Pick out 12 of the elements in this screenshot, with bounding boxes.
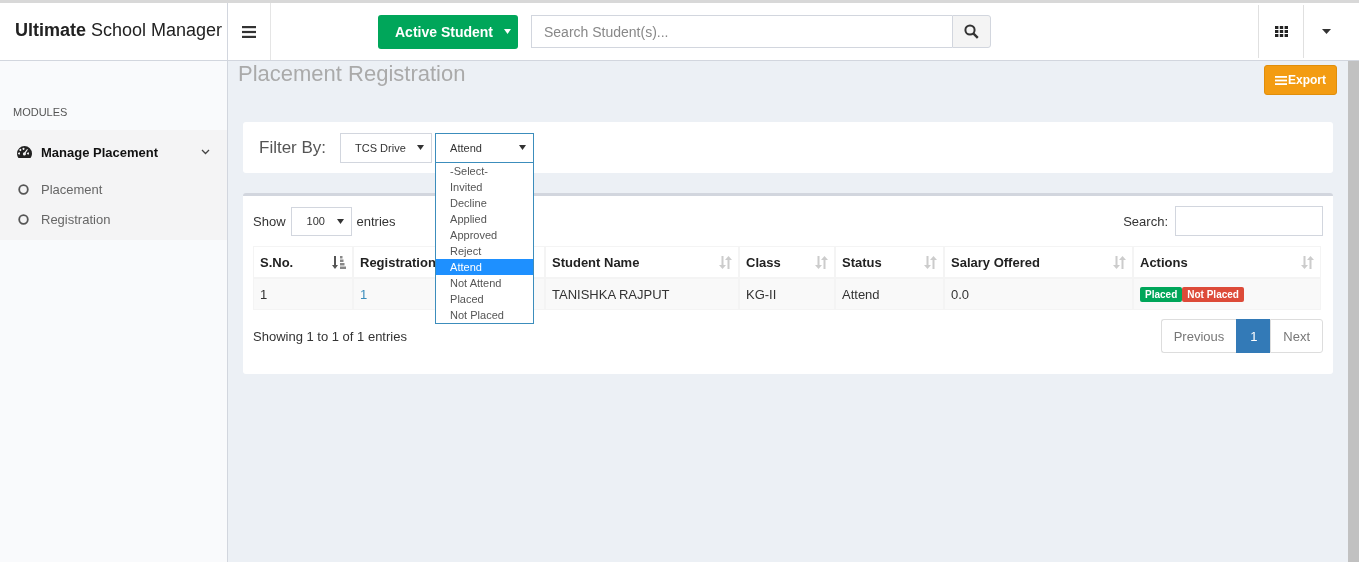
table-cell: 0.0 <box>944 278 1133 310</box>
table-cell: KG-II <box>739 278 835 310</box>
entries-info: Showing 1 to 1 of 1 entries <box>253 328 407 344</box>
search-label: Search: <box>1123 213 1168 229</box>
table-cell: Attend <box>835 278 944 310</box>
page-title: Placement Registration <box>238 61 466 87</box>
table-cell: TANISHKA RAJPUT <box>545 278 739 310</box>
table-cell: 1 <box>253 278 353 310</box>
section-heading: MODULES <box>12 105 69 120</box>
entries-label: entries <box>356 213 396 229</box>
filter-label: Filter By: <box>259 137 327 158</box>
show-label: Show <box>253 213 286 229</box>
